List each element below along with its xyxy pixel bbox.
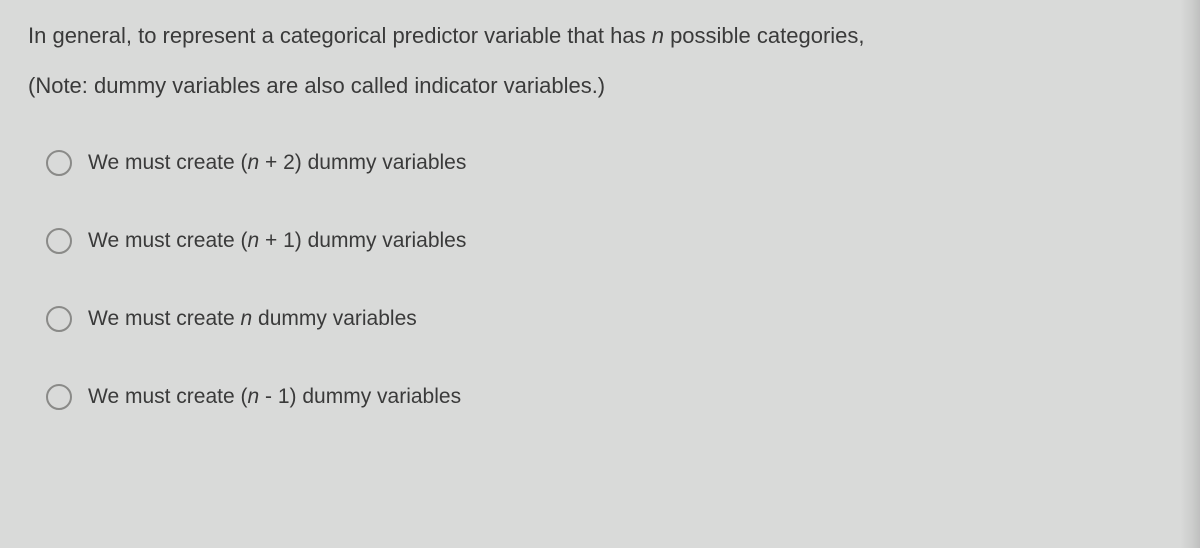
option-1[interactable]: We must create (n + 2) dummy variables [46, 150, 1172, 176]
option-variable: n [248, 229, 260, 252]
option-prefix: We must create ( [88, 151, 248, 174]
option-label: We must create (n + 2) dummy variables [88, 151, 466, 175]
option-variable: n [241, 307, 253, 330]
radio-icon[interactable] [46, 150, 72, 176]
question-stem-variable: n [652, 23, 664, 48]
option-prefix: We must create ( [88, 229, 248, 252]
radio-icon[interactable] [46, 228, 72, 254]
option-2[interactable]: We must create (n + 1) dummy variables [46, 228, 1172, 254]
option-suffix: + 1) dummy variables [259, 229, 466, 252]
page-edge-shadow [1180, 0, 1200, 548]
option-label: We must create n dummy variables [88, 307, 417, 331]
option-prefix: We must create ( [88, 385, 248, 408]
option-suffix: - 1) dummy variables [259, 385, 461, 408]
option-label: We must create (n - 1) dummy variables [88, 385, 461, 409]
radio-icon[interactable] [46, 384, 72, 410]
option-suffix: dummy variables [252, 307, 417, 330]
question-note: (Note: dummy variables are also called i… [28, 70, 1172, 102]
option-label: We must create (n + 1) dummy variables [88, 229, 466, 253]
option-prefix: We must create [88, 307, 241, 330]
option-variable: n [248, 385, 260, 408]
question-stem: In general, to represent a categorical p… [28, 20, 1172, 52]
options-group: We must create (n + 2) dummy variables W… [28, 150, 1172, 410]
option-4[interactable]: We must create (n - 1) dummy variables [46, 384, 1172, 410]
question-stem-suffix: possible categories, [664, 23, 865, 48]
option-suffix: + 2) dummy variables [259, 151, 466, 174]
option-3[interactable]: We must create n dummy variables [46, 306, 1172, 332]
radio-icon[interactable] [46, 306, 72, 332]
question-stem-prefix: In general, to represent a categorical p… [28, 23, 652, 48]
option-variable: n [248, 151, 260, 174]
